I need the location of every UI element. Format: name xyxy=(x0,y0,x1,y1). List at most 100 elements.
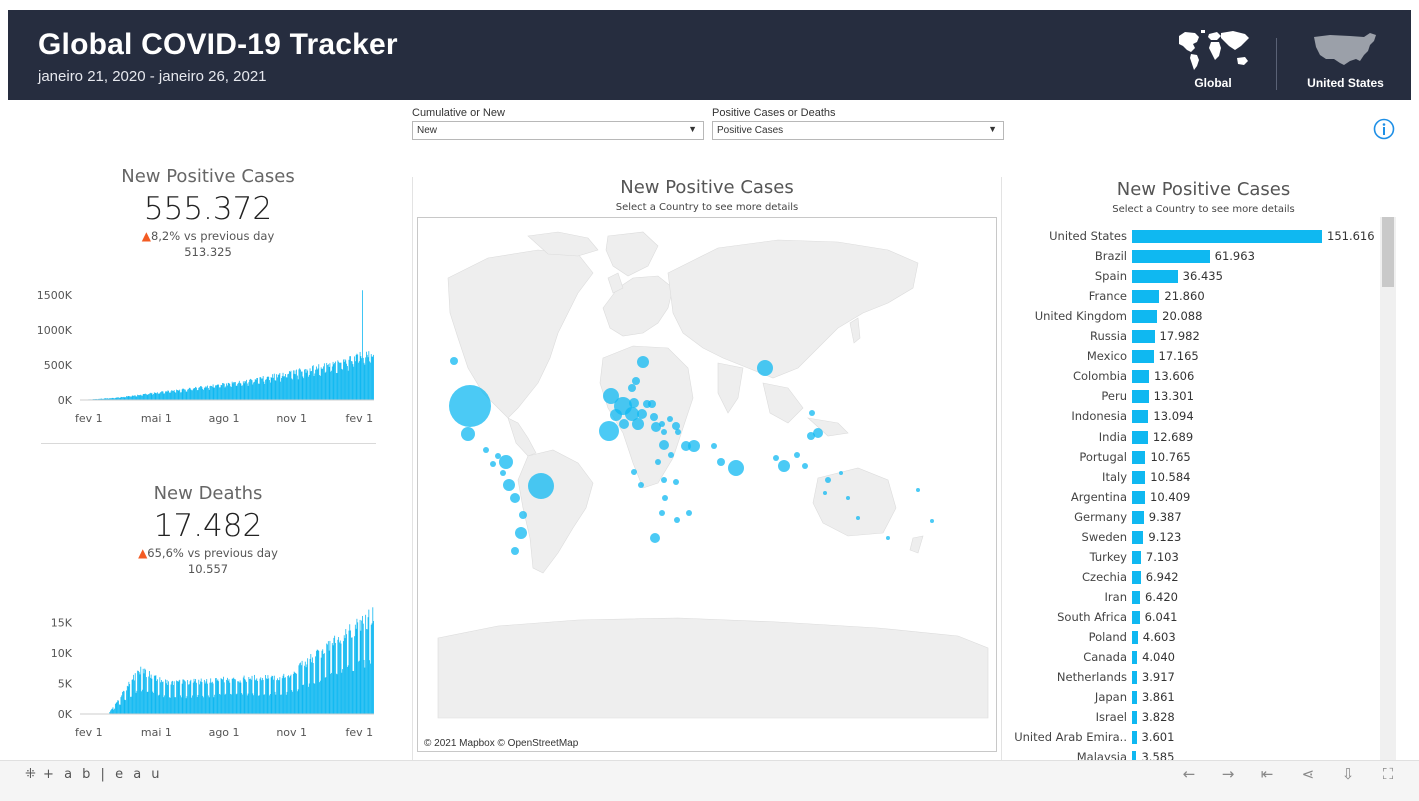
timeline-bar[interactable] xyxy=(346,666,348,714)
timeline-bar[interactable] xyxy=(273,373,275,400)
timeline-bar[interactable] xyxy=(246,379,247,400)
timeline-bar[interactable] xyxy=(297,379,299,400)
country-bar-row[interactable]: United Arab Emira.. 3.601 xyxy=(1011,727,1381,747)
country-bar-row[interactable]: Czechia 6.942 xyxy=(1011,567,1381,587)
country-bar-row[interactable]: Brazil 61.963 xyxy=(1011,246,1381,266)
country-bar-row[interactable]: South Africa 6.041 xyxy=(1011,607,1381,627)
timeline-bar[interactable] xyxy=(327,641,329,714)
timeline-bar[interactable] xyxy=(285,377,287,400)
timeline-bar[interactable] xyxy=(307,370,309,400)
timeline-bar[interactable] xyxy=(247,385,249,400)
timeline-bar[interactable] xyxy=(351,361,353,400)
country-bubble[interactable] xyxy=(778,460,790,472)
timeline-bar[interactable] xyxy=(217,679,219,714)
timeline-bar[interactable] xyxy=(259,377,261,400)
deaths-timeline-chart[interactable]: 0K 5K 10K 15K fev 1 mai 1 ago 1 nov 1 fev 1 xyxy=(30,594,382,742)
country-bubble[interactable] xyxy=(916,488,920,492)
timeline-bar[interactable] xyxy=(349,624,351,714)
timeline-bar[interactable] xyxy=(253,382,255,400)
timeline-bar[interactable] xyxy=(254,381,255,400)
country-bubble[interactable] xyxy=(728,460,744,476)
timeline-bar[interactable] xyxy=(304,665,305,714)
timeline-bar[interactable] xyxy=(175,697,177,714)
timeline-bar[interactable] xyxy=(208,697,210,714)
timeline-bar[interactable] xyxy=(141,395,143,400)
timeline-bar[interactable] xyxy=(184,389,185,400)
timeline-bar[interactable] xyxy=(371,356,373,400)
timeline-bar[interactable] xyxy=(350,361,352,400)
timeline-bar[interactable] xyxy=(172,390,173,400)
timeline-bar[interactable] xyxy=(316,369,318,400)
timeline-bar[interactable] xyxy=(288,677,290,714)
timeline-bar[interactable] xyxy=(272,374,274,400)
country-bubble[interactable] xyxy=(672,422,680,430)
timeline-bar[interactable] xyxy=(246,383,248,400)
timeline-bar[interactable] xyxy=(328,366,330,400)
country-bubble[interactable] xyxy=(610,409,622,421)
timeline-bar[interactable] xyxy=(231,678,233,714)
timeline-bar[interactable] xyxy=(296,369,297,400)
timeline-bar[interactable] xyxy=(166,679,168,714)
timeline-bar[interactable] xyxy=(242,694,243,714)
timeline-bar[interactable] xyxy=(230,694,232,714)
timeline-bar[interactable] xyxy=(295,374,297,400)
timeline-bar[interactable] xyxy=(247,693,249,714)
timeline-bar[interactable] xyxy=(265,379,267,400)
cumulative-select[interactable]: New ▼ xyxy=(412,121,704,140)
timeline-bar[interactable] xyxy=(213,697,215,714)
timeline-bar[interactable] xyxy=(295,673,297,714)
timeline-bar[interactable] xyxy=(322,368,324,400)
country-bar[interactable] xyxy=(1132,270,1178,284)
timeline-bar[interactable] xyxy=(343,361,345,400)
timeline-bar[interactable] xyxy=(158,393,160,400)
timeline-bar[interactable] xyxy=(269,380,270,400)
timeline-bar[interactable] xyxy=(285,374,286,400)
timeline-bar[interactable] xyxy=(310,654,312,714)
timeline-bar[interactable] xyxy=(157,679,158,714)
timeline-bar[interactable] xyxy=(184,389,186,400)
timeline-bar[interactable] xyxy=(113,709,115,714)
timeline-bar[interactable] xyxy=(291,378,293,400)
timeline-bar[interactable] xyxy=(311,370,313,400)
timeline-bar[interactable] xyxy=(188,387,190,400)
timeline-bar[interactable] xyxy=(139,395,141,400)
timeline-bar[interactable] xyxy=(144,393,146,400)
timeline-bar[interactable] xyxy=(165,679,166,714)
timeline-bar[interactable] xyxy=(261,378,263,400)
timeline-bar[interactable] xyxy=(114,703,116,714)
timeline-bar[interactable] xyxy=(290,674,292,714)
timeline-bar[interactable] xyxy=(347,370,349,400)
timeline-bar[interactable] xyxy=(339,362,341,400)
timeline-bar[interactable] xyxy=(365,614,367,714)
timeline-bar[interactable] xyxy=(153,392,155,400)
country-bar[interactable] xyxy=(1132,671,1137,685)
country-bubble[interactable] xyxy=(675,429,681,435)
timeline-bar[interactable] xyxy=(142,394,144,400)
timeline-bar[interactable] xyxy=(323,363,325,400)
country-bar-row[interactable]: Peru 13.301 xyxy=(1011,386,1381,406)
scrollbar-thumb[interactable] xyxy=(1382,217,1394,287)
timeline-bar[interactable] xyxy=(147,394,149,400)
timeline-bar[interactable] xyxy=(251,675,253,714)
country-bubble[interactable] xyxy=(659,440,669,450)
timeline-bar[interactable] xyxy=(283,376,285,400)
timeline-bar[interactable] xyxy=(302,376,304,400)
timeline-bar[interactable] xyxy=(353,670,355,714)
timeline-bar[interactable] xyxy=(340,643,342,714)
timeline-bar[interactable] xyxy=(211,682,212,714)
timeline-bar[interactable] xyxy=(128,396,130,400)
timeline-bar[interactable] xyxy=(280,694,282,714)
country-bar-row[interactable]: Malaysia 3.585 xyxy=(1011,747,1381,760)
timeline-bar[interactable] xyxy=(286,691,288,714)
timeline-bar[interactable] xyxy=(172,685,174,714)
country-bubble[interactable] xyxy=(794,452,800,458)
timeline-bar[interactable] xyxy=(366,629,368,714)
country-bubble[interactable] xyxy=(648,400,656,408)
timeline-bar[interactable] xyxy=(174,391,176,400)
timeline-bar[interactable] xyxy=(118,700,119,714)
timeline-bar[interactable] xyxy=(160,682,162,714)
timeline-bar[interactable] xyxy=(315,650,317,714)
timeline-bar[interactable] xyxy=(327,644,328,714)
country-bar-row[interactable]: Russia 17.982 xyxy=(1011,326,1381,346)
world-map[interactable]: © 2021 Mapbox © OpenStreetMap xyxy=(417,217,997,752)
